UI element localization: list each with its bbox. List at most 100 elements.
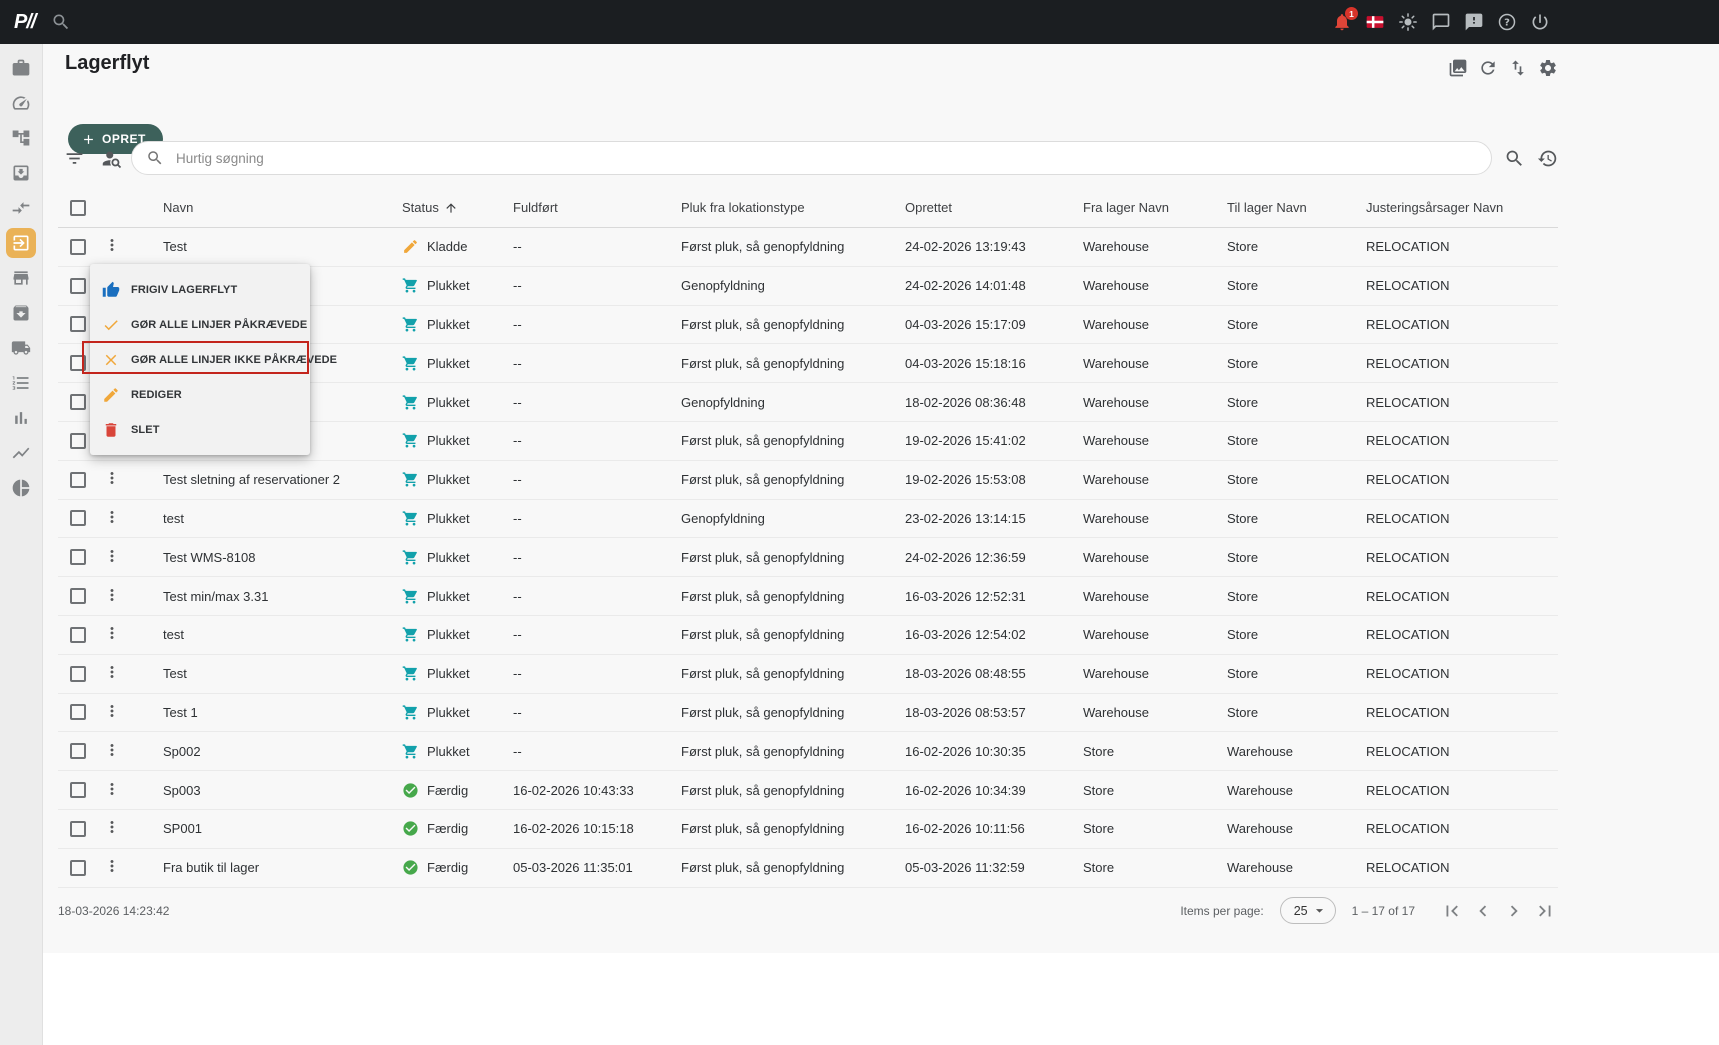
row-checkbox[interactable] [70,782,86,798]
sidebar-item-store[interactable] [6,263,36,293]
row-checkbox[interactable] [70,860,86,876]
quick-search[interactable] [131,141,1492,175]
row-checkbox[interactable] [70,666,86,682]
row-menu-button[interactable] [103,741,121,759]
next-page-button[interactable] [1501,898,1527,924]
table-row[interactable]: Test 1Plukket--Først pluk, så genopfyldn… [58,694,1558,733]
person-search-icon[interactable] [101,148,122,169]
feedback-icon[interactable] [1464,12,1484,32]
row-checkbox[interactable] [70,743,86,759]
global-search-icon[interactable] [51,12,71,32]
row-menu-button[interactable] [103,547,121,565]
status-label: Plukket [427,433,470,448]
refresh-icon[interactable] [1478,58,1498,78]
sidebar-item-orders[interactable] [6,368,36,398]
row-checkbox[interactable] [70,510,86,526]
sidebar-item-warehouse-flow[interactable] [6,228,36,258]
cell-adjustment-reason: RELOCATION [1366,821,1558,836]
column-header[interactable]: Justeringsårsager Navn [1366,200,1558,215]
menu-item-make-all-lines-not-required[interactable]: GØR ALLE LINJER IKKE PÅKRÆVEDE [90,342,310,377]
row-menu-button[interactable] [103,663,121,681]
help-icon[interactable]: ? [1497,12,1517,32]
table-row[interactable]: Test WMS-8108Plukket--Først pluk, så gen… [58,538,1558,577]
select-all-checkbox[interactable] [70,200,86,216]
table-row[interactable]: Test sletning af reservationer 2Plukket-… [58,461,1558,500]
row-checkbox[interactable] [70,394,86,410]
column-header[interactable]: Status [402,200,513,215]
history-icon[interactable] [1537,148,1558,169]
table-row[interactable]: SP001Færdig16-02-2026 10:15:18Først pluk… [58,810,1558,849]
status-label: Færdig [427,860,468,875]
row-menu-button[interactable] [103,236,121,254]
table-row[interactable]: Test min/max 3.31Plukket--Først pluk, så… [58,577,1558,616]
power-icon[interactable] [1530,12,1550,32]
theme-toggle-icon[interactable] [1398,12,1418,32]
row-checkbox[interactable] [70,821,86,837]
quick-search-input[interactable] [174,150,1477,167]
column-header[interactable]: Til lager Navn [1227,200,1366,215]
table-row[interactable]: testPlukket--Genopfyldning23-02-2026 13:… [58,500,1558,539]
row-checkbox[interactable] [70,549,86,565]
filter-icon[interactable] [64,148,85,169]
column-header[interactable]: Pluk fra lokationstype [681,200,905,215]
sidebar-item-goods-in[interactable] [6,158,36,188]
row-menu-button[interactable] [103,818,121,836]
row-checkbox[interactable] [70,588,86,604]
row-menu-button[interactable] [103,508,121,526]
row-menu-button[interactable] [103,702,121,720]
sidebar-item-statistics[interactable] [6,403,36,433]
menu-item-edit[interactable]: REDIGER [90,377,310,412]
row-checkbox[interactable] [70,627,86,643]
row-menu-button[interactable] [103,624,121,642]
row-checkbox[interactable] [70,472,86,488]
row-menu-button[interactable] [103,586,121,604]
language-flag-icon[interactable] [1365,12,1385,32]
status-label: Plukket [427,589,470,604]
import-export-icon[interactable] [1508,58,1528,78]
row-menu-button[interactable] [103,857,121,875]
notifications-icon[interactable]: 1 [1332,12,1352,32]
menu-item-release-flow[interactable]: FRIGIV LAGERFLYT [90,272,310,307]
sidebar-item-dashboard[interactable] [6,88,36,118]
table-row[interactable]: Fra butik til lagerFærdig05-03-2026 11:3… [58,849,1558,888]
table-row[interactable]: TestKladde--Først pluk, så genopfyldning… [58,228,1558,267]
last-page-button[interactable] [1532,898,1558,924]
gallery-icon[interactable] [1448,58,1468,78]
previous-page-button[interactable] [1470,898,1496,924]
row-checkbox[interactable] [70,355,86,371]
sidebar-item-trends[interactable] [6,438,36,468]
cell-from-warehouse: Warehouse [1083,550,1227,565]
menu-item-delete[interactable]: SLET [90,412,310,447]
sidebar-item-shipping[interactable] [6,333,36,363]
row-checkbox[interactable] [70,239,86,255]
sidebar-item-transfers[interactable] [6,193,36,223]
first-page-button[interactable] [1439,898,1465,924]
table-row[interactable]: TestPlukket--Først pluk, så genopfyldnin… [58,655,1558,694]
sidebar-item-tasks[interactable] [6,53,36,83]
column-header[interactable]: Fuldført [513,200,681,215]
menu-item-make-all-lines-required[interactable]: GØR ALLE LINJER PÅKRÆVEDE [90,307,310,342]
sidebar-item-returns[interactable] [6,298,36,328]
sidebar-item-structure[interactable] [6,123,36,153]
row-checkbox[interactable] [70,433,86,449]
row-checkbox[interactable] [70,316,86,332]
app-logo[interactable]: P// [14,11,35,34]
column-header[interactable]: Oprettet [905,200,1083,215]
status-picked-icon [402,355,419,372]
row-menu-button[interactable] [103,469,121,487]
row-menu-button[interactable] [103,780,121,798]
row-checkbox[interactable] [70,704,86,720]
column-header[interactable]: Fra lager Navn [1083,200,1227,215]
advanced-search-icon[interactable] [1504,148,1525,169]
menu-item-label: FRIGIV LAGERFLYT [131,284,237,296]
table-row[interactable]: testPlukket--Først pluk, så genopfyldnin… [58,616,1558,655]
settings-icon[interactable] [1538,58,1558,78]
chat-icon[interactable] [1431,12,1451,32]
sidebar-item-reports[interactable] [6,473,36,503]
table-row[interactable]: Sp002Plukket--Først pluk, så genopfyldni… [58,732,1558,771]
table-row[interactable]: Sp003Færdig16-02-2026 10:43:33Først pluk… [58,771,1558,810]
row-checkbox[interactable] [70,278,86,294]
column-header[interactable]: Navn [138,200,402,215]
cell-completed: -- [513,627,681,642]
items-per-page-select[interactable]: 25 [1280,897,1336,924]
